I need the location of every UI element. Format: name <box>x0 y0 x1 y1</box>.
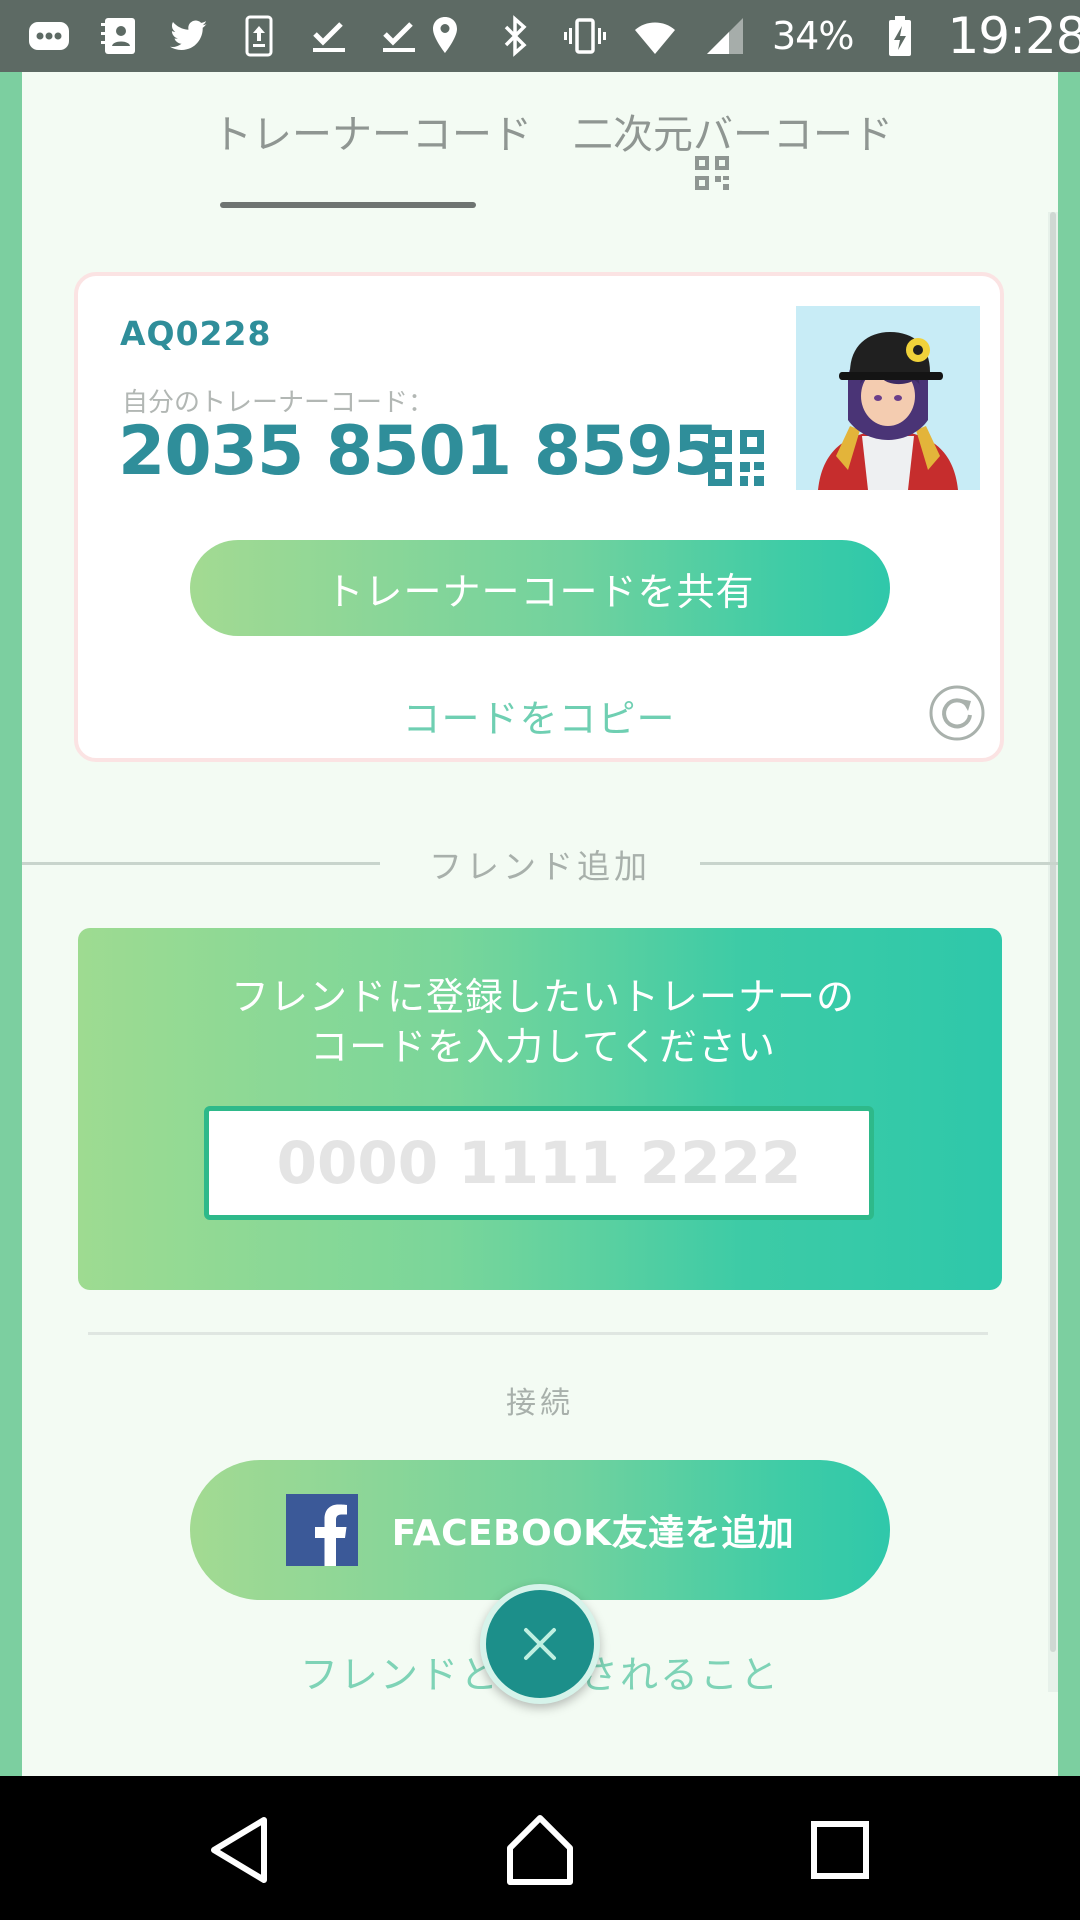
recent-apps-icon[interactable] <box>802 1812 878 1888</box>
vibrate-icon <box>562 13 608 59</box>
scrollbar[interactable] <box>1048 212 1058 1692</box>
battery-charging-icon <box>877 13 923 59</box>
contacts-icon <box>96 13 142 59</box>
trainer-card: AQ0228 自分のトレーナーコード： 2035 8501 8595 トレーナー… <box>74 272 1004 762</box>
download-done-icon <box>306 13 352 59</box>
home-icon[interactable] <box>502 1812 578 1888</box>
friend-code-input[interactable] <box>204 1106 874 1220</box>
scrollbar-thumb[interactable] <box>1050 212 1056 1652</box>
trainer-name: AQ0228 <box>120 314 272 353</box>
trainer-code-value: 2035 8501 8595 <box>118 412 720 491</box>
facebook-button-label: FACEBOOK友達を追加 <box>391 1513 795 1554</box>
close-button[interactable] <box>480 1584 600 1704</box>
add-facebook-friends-button[interactable]: FACEBOOK友達を追加 <box>190 1460 890 1600</box>
qr-code-icon[interactable] <box>708 430 764 486</box>
more-notifications-icon <box>26 13 72 59</box>
close-icon <box>524 1628 556 1660</box>
tab-trainer-code[interactable]: トレーナーコード <box>212 102 532 160</box>
share-trainer-code-button[interactable]: トレーナーコードを共有 <box>190 540 890 636</box>
status-bar: 34% 19:28 <box>0 0 1080 72</box>
back-icon[interactable] <box>204 1812 280 1888</box>
clock: 19:28 <box>947 7 1080 65</box>
bluetooth-icon <box>492 13 538 59</box>
facebook-icon <box>285 1494 358 1566</box>
copy-code-link[interactable]: コードをコピー <box>78 688 1000 743</box>
download-done-icon <box>376 13 422 59</box>
navigation-bar <box>0 1776 1080 1920</box>
system-icons: 34% 19:28 <box>422 7 1080 65</box>
friend-code-screen: トレーナーコード 二次元バーコード AQ0228 自分のトレーナーコード： 20… <box>22 72 1058 1776</box>
trainer-avatar[interactable] <box>796 306 980 490</box>
battery-percent: 34% <box>772 14 854 58</box>
twitter-icon <box>166 13 212 59</box>
section-divider <box>88 1332 988 1335</box>
active-tab-indicator <box>220 202 476 208</box>
connect-section-label: 接続 <box>506 1386 574 1421</box>
wifi-icon <box>632 13 678 59</box>
friend-add-section-label: フレンド追加 <box>429 847 651 886</box>
friend-add-instruction: フレンドに登録したいトレーナーのコードを入力してください <box>230 975 855 1069</box>
upload-icon <box>236 13 282 59</box>
location-icon <box>422 13 468 59</box>
tab-qr-code[interactable]: 二次元バーコード <box>558 102 908 160</box>
tab-bar: トレーナーコード 二次元バーコード <box>22 72 1058 222</box>
refresh-icon[interactable] <box>928 684 986 742</box>
signal-icon <box>702 13 748 59</box>
notification-icons <box>26 13 422 59</box>
qr-code-icon[interactable] <box>695 156 729 190</box>
friend-add-panel: フレンドに登録したいトレーナーのコードを入力してください <box>78 928 1002 1290</box>
